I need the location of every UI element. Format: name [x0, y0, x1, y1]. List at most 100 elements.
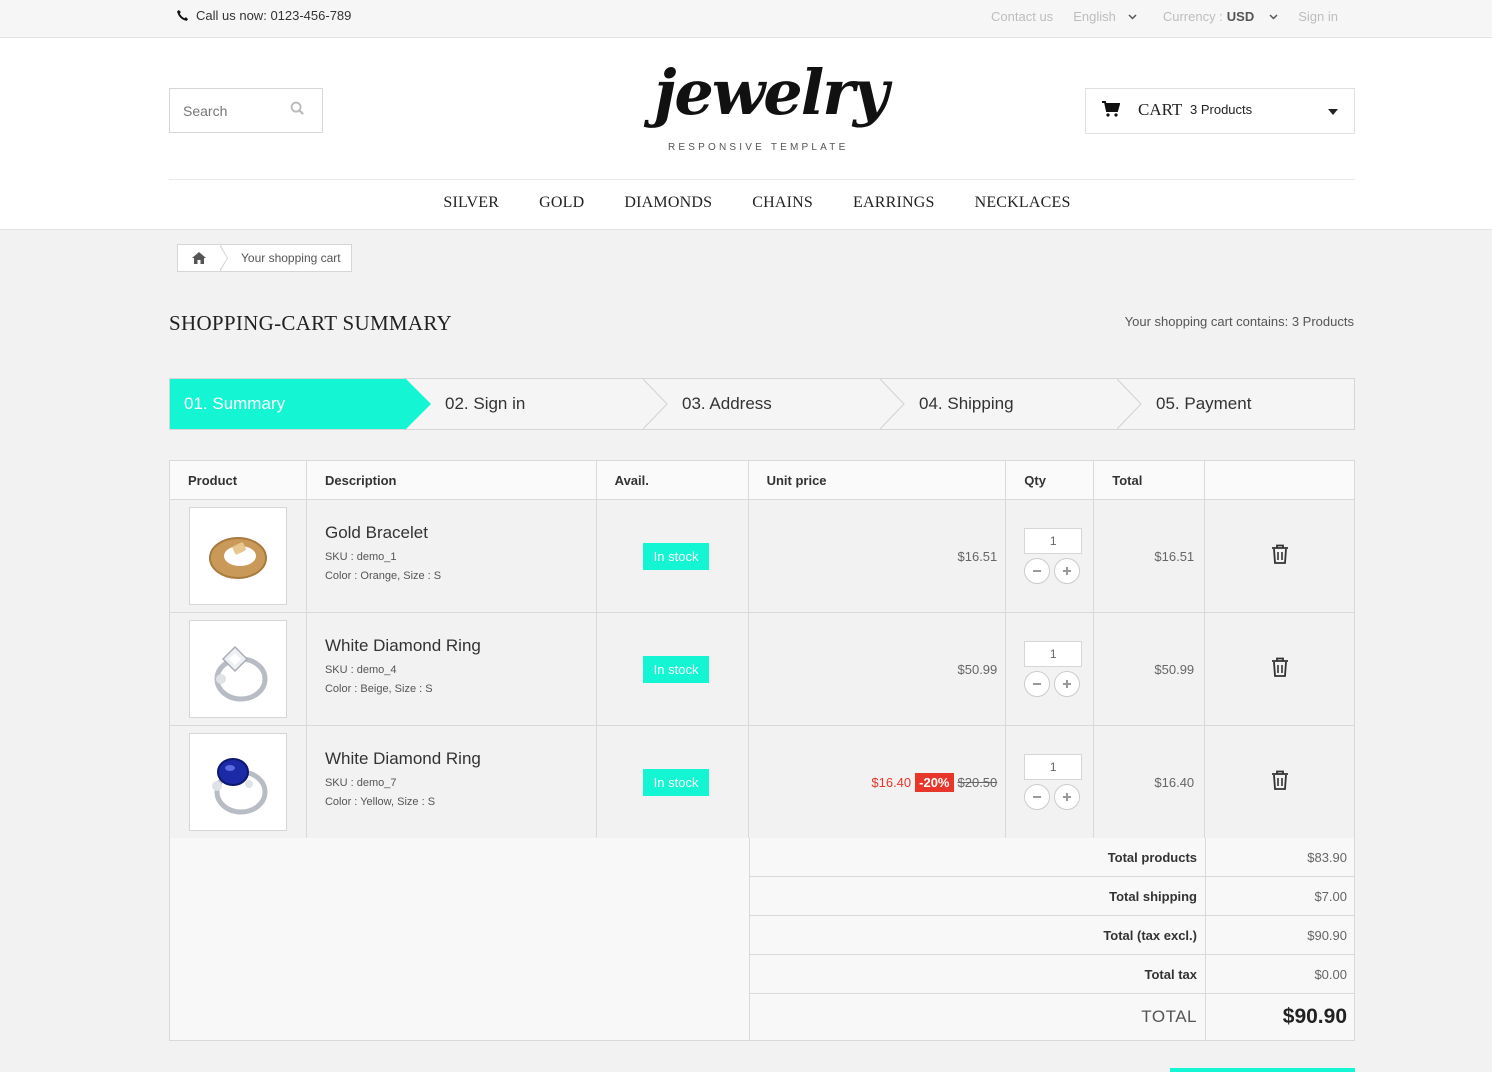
language-value: English	[1073, 9, 1116, 24]
summary-blank	[170, 838, 750, 1040]
nav-item-chains[interactable]: CHAINS	[752, 194, 813, 212]
step-label: 01. Summary	[184, 394, 286, 413]
nav-item-necklaces[interactable]: NECKLACES	[975, 194, 1071, 212]
qty-increase-button[interactable]	[1054, 784, 1081, 810]
col-product: Product	[169, 460, 307, 500]
quantity-input[interactable]	[1024, 641, 1083, 667]
table-row: White Diamond Ring SKU : demo_7 Color : …	[169, 725, 1355, 839]
qty-decrease-button[interactable]	[1024, 671, 1051, 697]
grand-total-label: TOTAL	[750, 994, 1206, 1040]
cart-summary: Total products $83.90 Total shipping $7.…	[169, 838, 1355, 1041]
top-links: Contact us English Currency : USD Sign i…	[991, 9, 1338, 24]
site-header: jewelry RESPONSIVE TEMPLATE CART 3 Produ…	[0, 38, 1492, 230]
chevron-down-icon	[1128, 13, 1137, 20]
qty-decrease-button[interactable]	[1024, 784, 1051, 810]
chevron-down-icon	[1269, 13, 1278, 20]
step-label: 05. Payment	[1156, 394, 1252, 413]
logo-tagline: RESPONSIVE TEMPLATE	[668, 142, 849, 153]
summary-value: $83.90	[1307, 849, 1347, 865]
minus-icon	[1033, 796, 1042, 798]
signin-link[interactable]: Sign in	[1298, 9, 1338, 24]
breadcrumb-home[interactable]	[178, 244, 228, 272]
product-image-gold-bracelet[interactable]	[189, 507, 287, 605]
search-box	[169, 88, 323, 133]
col-qty: Qty	[1005, 460, 1095, 500]
home-icon	[192, 252, 206, 264]
contact-link[interactable]: Contact us	[991, 9, 1053, 24]
ring-image	[214, 645, 268, 702]
cart-contains-count: 3 Products	[1291, 314, 1354, 329]
product-attributes: Color : Orange, Size : S	[324, 570, 442, 582]
table-header-row: Product Description Avail. Unit price Qt…	[169, 460, 1355, 500]
product-name[interactable]: Gold Bracelet	[325, 523, 596, 543]
step-shipping[interactable]: 04. Shipping	[919, 379, 1014, 429]
nav-item-gold[interactable]: GOLD	[539, 194, 584, 212]
summary-value: $7.00	[1314, 888, 1347, 904]
nav-item-diamonds[interactable]: DIAMONDS	[624, 194, 712, 212]
step-signin[interactable]: 02. Sign in	[445, 379, 525, 429]
nav-item-earrings[interactable]: EARRINGS	[853, 194, 935, 212]
grand-total-value: $90.90	[1282, 1005, 1347, 1028]
qty-increase-button[interactable]	[1054, 671, 1081, 697]
checkout-steps: 01. Summary 02. Sign in 03. Address 04. …	[169, 378, 1355, 430]
trash-icon[interactable]	[1271, 544, 1289, 564]
col-total: Total	[1093, 460, 1206, 500]
product-name[interactable]: White Diamond Ring	[325, 749, 596, 769]
search-input[interactable]	[170, 89, 290, 132]
row-total: $16.51	[1154, 548, 1195, 564]
step-label: 04. Shipping	[919, 394, 1014, 413]
phone-icon	[177, 9, 189, 21]
table-row: Gold Bracelet SKU : demo_1 Color : Orang…	[169, 499, 1355, 613]
qty-increase-button[interactable]	[1054, 558, 1081, 584]
row-total: $50.99	[1154, 661, 1195, 677]
search-icon[interactable]	[290, 101, 305, 116]
product-image-diamond-ring[interactable]	[189, 620, 287, 718]
quantity-input[interactable]	[1024, 754, 1083, 780]
cart-count: 3 Products	[1190, 102, 1253, 117]
summary-total-products: Total products $83.90	[750, 838, 1355, 877]
currency-selector[interactable]: Currency : USD	[1163, 9, 1278, 24]
col-delete	[1204, 460, 1355, 500]
nav-item-silver[interactable]: SILVER	[443, 194, 499, 212]
product-name[interactable]: White Diamond Ring	[325, 636, 596, 656]
stock-badge: In stock	[642, 655, 710, 683]
col-description: Description	[305, 460, 597, 500]
summary-label: Total products	[750, 838, 1206, 876]
step-arrow	[405, 378, 431, 430]
proceed-button-edge[interactable]	[1170, 1068, 1355, 1072]
cart-label: CART	[1138, 100, 1183, 119]
page-title: SHOPPING-CART SUMMARY	[169, 311, 452, 335]
product-attributes: Color : Yellow, Size : S	[324, 796, 436, 808]
main-nav: SILVER GOLD DIAMONDS CHAINS EARRINGS NEC…	[0, 194, 1492, 212]
plus-icon	[1063, 567, 1072, 575]
call-us: Call us now: 0123-456-789	[176, 8, 351, 23]
summary-grand-total: TOTAL $90.90	[750, 994, 1355, 1040]
caret-down-icon	[1328, 109, 1338, 115]
cart-contains: Your shopping cart contains: 3 Products	[1125, 314, 1354, 329]
unit-price: $16.51	[957, 548, 998, 564]
stock-badge: In stock	[642, 768, 710, 796]
product-sku: SKU : demo_4	[324, 664, 397, 676]
step-address[interactable]: 03. Address	[682, 379, 772, 429]
stock-badge: In stock	[642, 542, 710, 570]
product-sku: SKU : demo_1	[324, 551, 397, 563]
summary-label: Total shipping	[750, 877, 1206, 915]
cart-dropdown[interactable]: CART 3 Products	[1085, 88, 1355, 134]
step-payment[interactable]: 05. Payment	[1156, 379, 1251, 429]
row-total: $16.40	[1154, 774, 1195, 790]
product-attributes: Color : Beige, Size : S	[324, 683, 433, 695]
trash-icon[interactable]	[1271, 657, 1289, 677]
quantity-input[interactable]	[1024, 528, 1083, 554]
summary-total-tax: Total tax $0.00	[750, 955, 1355, 994]
site-logo[interactable]: jewelry RESPONSIVE TEMPLATE	[650, 56, 889, 158]
plus-icon	[1063, 793, 1072, 801]
qty-decrease-button[interactable]	[1024, 558, 1051, 584]
nav-divider	[169, 179, 1355, 180]
step-separator	[643, 379, 668, 429]
product-sku: SKU : demo_7	[324, 777, 397, 789]
trash-icon[interactable]	[1271, 770, 1289, 790]
minus-icon	[1033, 570, 1042, 572]
step-summary[interactable]: 01. Summary	[170, 379, 405, 429]
product-image-sapphire-ring[interactable]	[189, 733, 287, 831]
language-selector[interactable]: English	[1073, 9, 1137, 24]
